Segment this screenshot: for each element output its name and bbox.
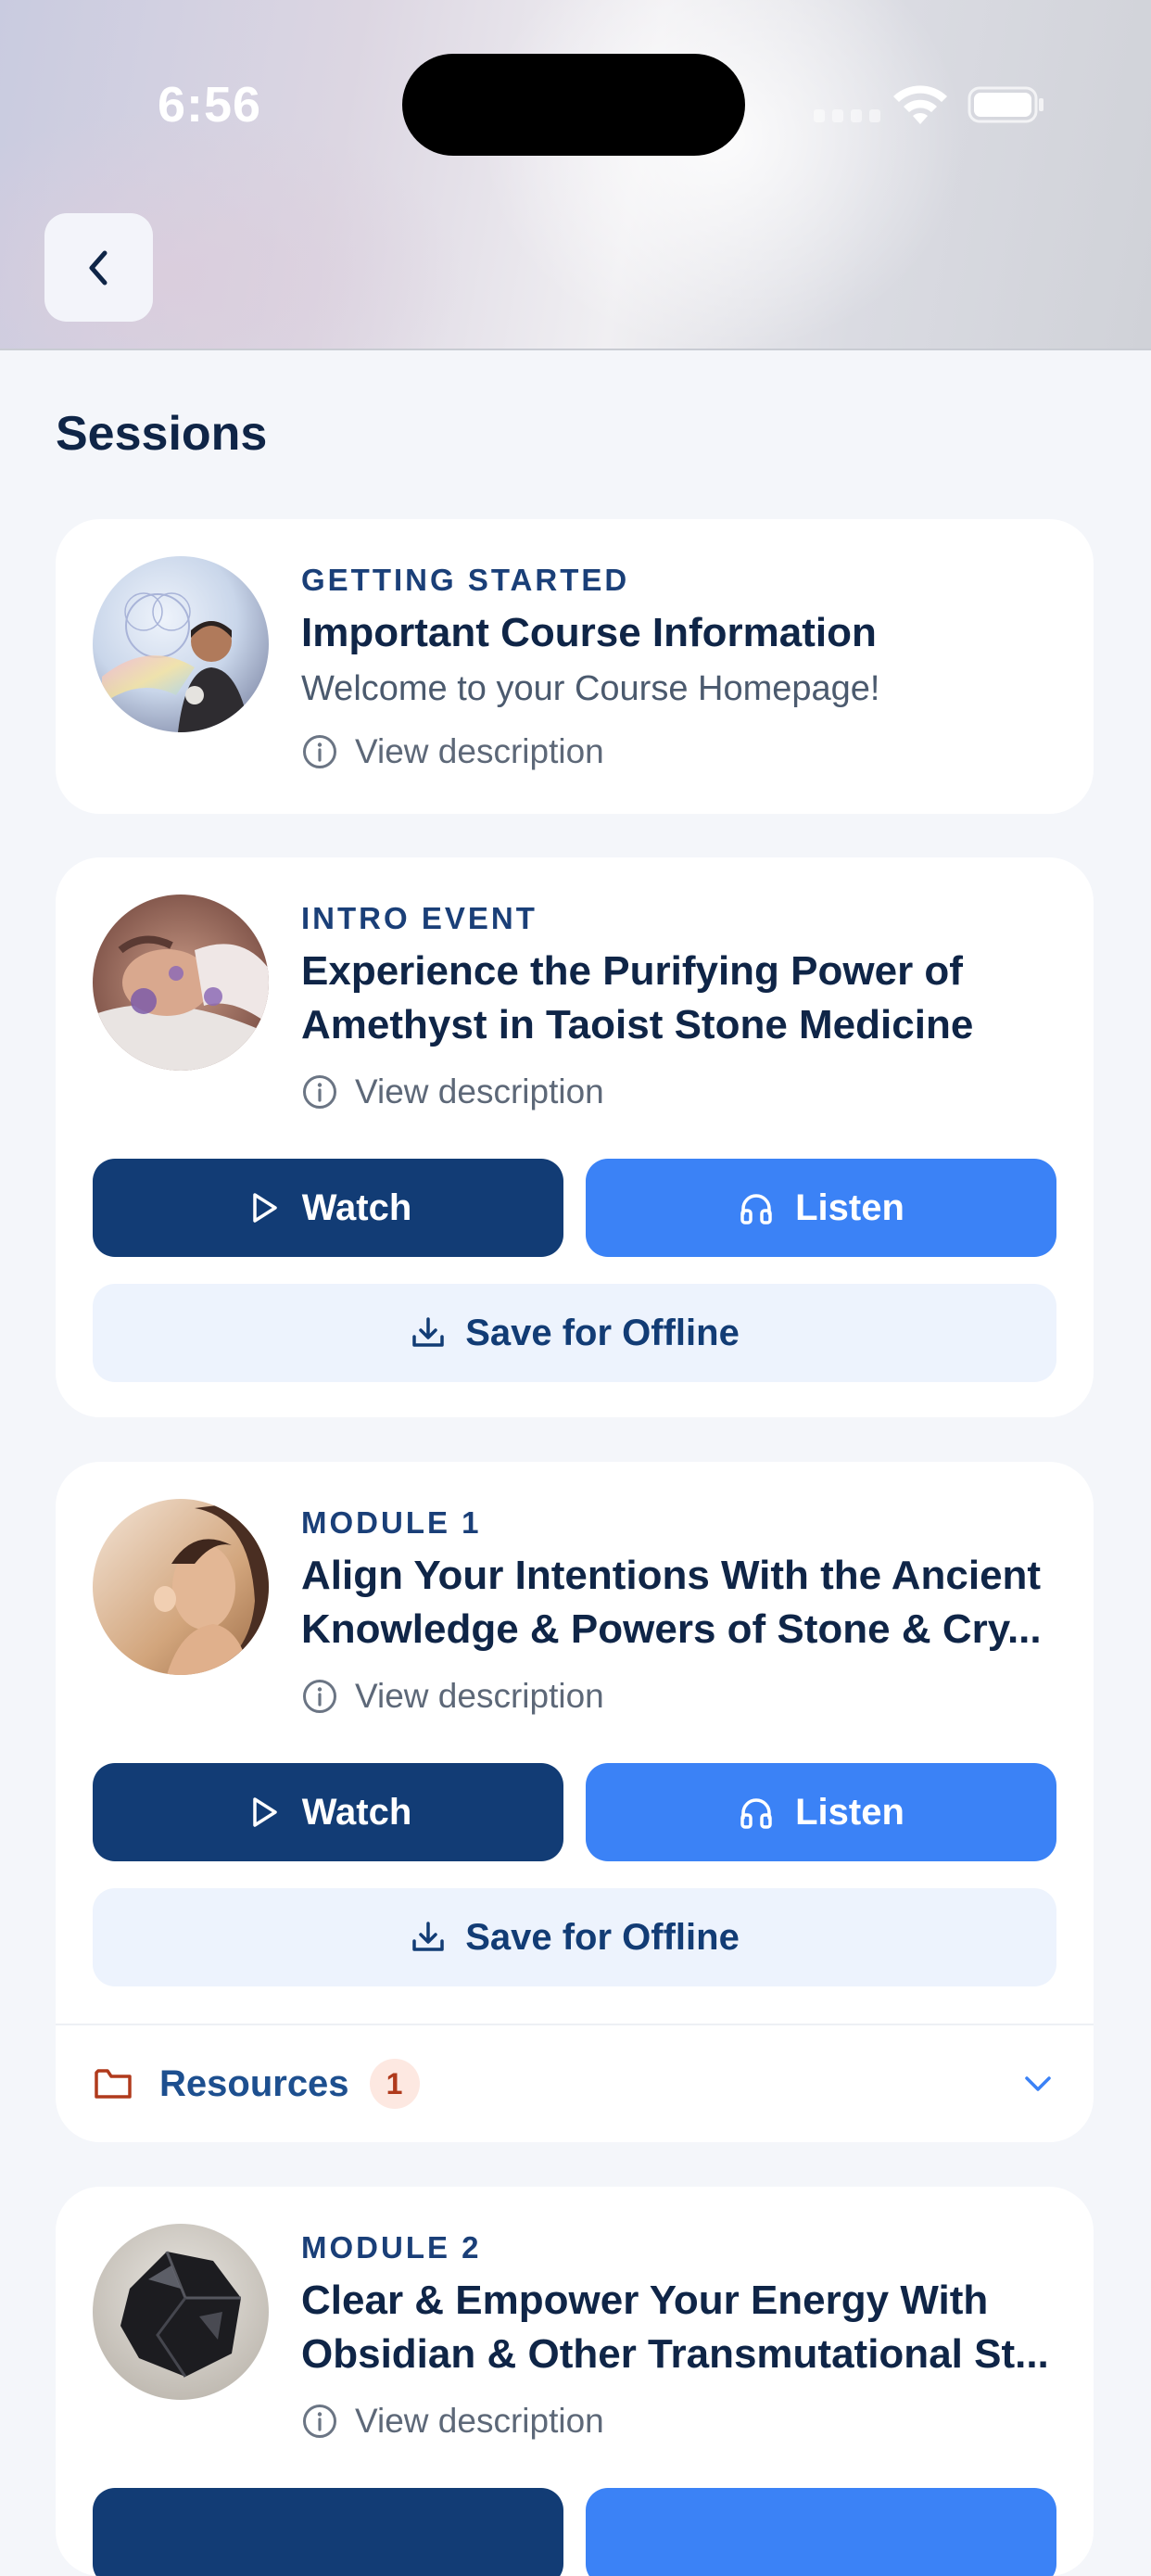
session-thumbnail	[93, 895, 269, 1071]
watch-button[interactable]: Watch	[93, 1763, 563, 1861]
status-time: 6:56	[158, 77, 262, 133]
session-category: MODULE 2	[301, 2230, 482, 2265]
session-title: Align Your Intentions With the Ancient K…	[301, 1549, 1056, 1656]
watch-button[interactable]	[93, 2488, 563, 2576]
header-banner: 6:56	[0, 0, 1151, 350]
back-button[interactable]	[44, 213, 153, 322]
resources-toggle[interactable]: Resources 1	[56, 2024, 1094, 2142]
session-category: GETTING STARTED	[301, 563, 630, 597]
watch-label: Watch	[301, 1186, 412, 1228]
save-offline-label: Save for Offline	[465, 1916, 740, 1958]
page-title: Sessions	[56, 407, 268, 461]
info-circle-icon	[303, 735, 336, 768]
wifi-icon	[893, 85, 947, 124]
play-icon	[252, 1797, 277, 1827]
chevron-down-icon[interactable]	[1019, 2065, 1056, 2102]
session-thumbnail	[93, 1499, 269, 1675]
view-description-label: View description	[355, 732, 604, 770]
view-description-link[interactable]: View description	[301, 1072, 1056, 1111]
chevron-left-icon	[89, 250, 107, 285]
listen-button[interactable]: Listen	[586, 1763, 1056, 1861]
view-description-link[interactable]: View description	[301, 1677, 1056, 1716]
listen-button[interactable]: Listen	[586, 1159, 1056, 1257]
listen-button[interactable]	[586, 2488, 1056, 2576]
info-circle-icon	[303, 2405, 336, 2438]
save-offline-button[interactable]: Save for Offline	[93, 1888, 1056, 1986]
session-title: Clear & Empower Your Energy With Obsidia…	[301, 2274, 1056, 2381]
download-icon	[412, 1922, 444, 1951]
view-description-label: View description	[355, 1677, 604, 1715]
battery-icon	[968, 86, 1043, 123]
folder-icon	[95, 2069, 132, 2099]
play-icon	[252, 1193, 277, 1223]
view-description-label: View description	[355, 1072, 604, 1110]
session-card[interactable]: MODULE 1 Align Your Intentions With the …	[56, 1462, 1094, 2142]
session-title-line: Clear & Empower Your Energy With	[301, 2278, 989, 2323]
view-description-link[interactable]: View description	[301, 732, 1056, 771]
session-title: Experience the Purifying Power of Amethy…	[301, 948, 974, 1047]
watch-label: Watch	[301, 1791, 412, 1833]
session-thumbnail	[93, 556, 269, 732]
session-subtitle: Welcome to your Course Homepage!	[301, 669, 880, 708]
headphones-icon	[740, 1798, 772, 1829]
session-category: MODULE 1	[301, 1505, 482, 1540]
info-circle-icon	[303, 1680, 336, 1713]
view-description-label: View description	[355, 2402, 604, 2440]
download-icon	[412, 1317, 444, 1347]
session-card[interactable]: GETTING STARTED Important Course Informa…	[56, 519, 1094, 814]
listen-label: Listen	[795, 1791, 904, 1833]
cellular-signal-icon	[814, 109, 880, 122]
view-description-link[interactable]: View description	[301, 2402, 1056, 2441]
listen-label: Listen	[795, 1186, 904, 1228]
save-offline-button[interactable]: Save for Offline	[93, 1284, 1056, 1382]
session-card[interactable]: INTRO EVENT Experience the Purifying Pow…	[56, 857, 1094, 1417]
dynamic-island	[402, 54, 745, 156]
session-thumbnail	[93, 2224, 269, 2400]
resources-label: Resources	[159, 2062, 349, 2104]
session-title: Important Course Information	[301, 610, 877, 655]
headphones-icon	[740, 1194, 772, 1225]
session-card[interactable]: MODULE 2 Clear & Empower Your Energy Wit…	[56, 2187, 1094, 2576]
session-title-line: Align Your Intentions With the Ancient	[301, 1553, 1042, 1598]
session-title-line: Obsidian & Other Transmutational St...	[301, 2331, 1049, 2377]
resources-count-badge: 1	[369, 2059, 420, 2109]
watch-button[interactable]: Watch	[93, 1159, 563, 1257]
info-circle-icon	[303, 1075, 336, 1109]
session-category: INTRO EVENT	[301, 901, 538, 935]
save-offline-label: Save for Offline	[465, 1312, 740, 1353]
session-title-line: Knowledge & Powers of Stone & Cry...	[301, 1606, 1042, 1652]
